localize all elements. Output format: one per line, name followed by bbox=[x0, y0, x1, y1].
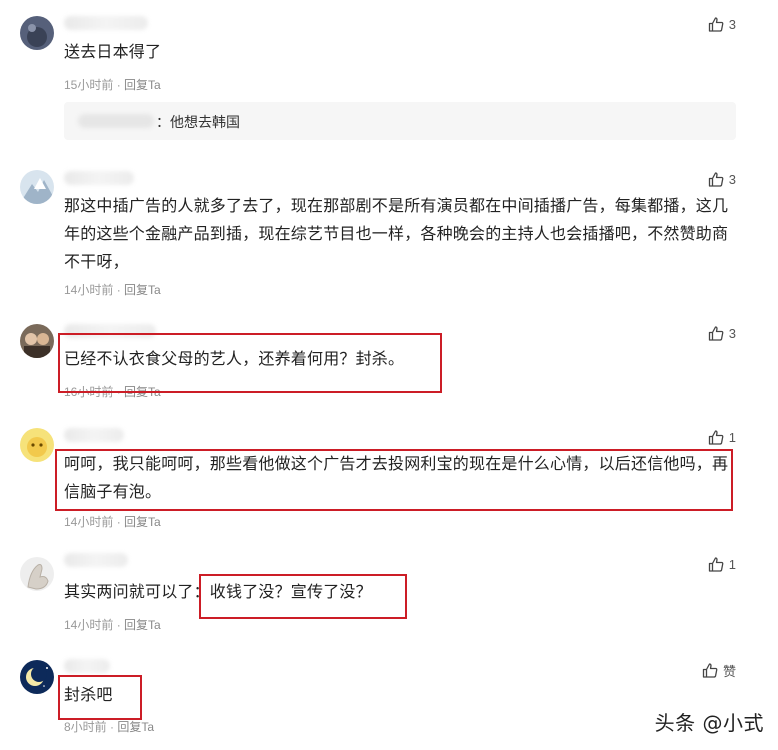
like-count: 1 bbox=[728, 430, 736, 445]
like-button[interactable]: 1 bbox=[708, 430, 736, 445]
thumbs-up-icon bbox=[708, 17, 724, 32]
comment-time: 8小时前 bbox=[64, 720, 107, 734]
comment-text: 那这中插广告的人就多了去了，现在那部剧不是所有演员都在中间插播广告，每集都播，这… bbox=[64, 198, 729, 271]
reply-link[interactable]: 回复Ta bbox=[124, 515, 161, 529]
thumbs-up-icon bbox=[702, 663, 718, 678]
watermark: 头条 @小式 bbox=[654, 711, 764, 735]
username-blurred[interactable] bbox=[64, 659, 110, 673]
sub-reply-username-blurred bbox=[78, 114, 154, 128]
reply-link[interactable]: 回复Ta bbox=[124, 385, 161, 399]
comment-time: 14小时前 bbox=[64, 283, 114, 297]
reply-link[interactable]: 回复Ta bbox=[117, 720, 154, 734]
comment-text: 其实两问就可以了：收钱了没？宣传了没？ bbox=[64, 584, 372, 601]
comment-meta: 14小时前 · 回复Ta bbox=[64, 515, 161, 529]
reply-link[interactable]: 回复Ta bbox=[124, 283, 161, 297]
username-blurred[interactable] bbox=[64, 16, 148, 30]
user-avatar[interactable] bbox=[20, 557, 54, 591]
sub-reply[interactable]: ：他想去韩国 bbox=[64, 102, 736, 140]
comment-meta: 14小时前 · 回复Ta bbox=[64, 283, 161, 297]
user-avatar[interactable] bbox=[20, 16, 54, 50]
comment-text: 送去日本得了 bbox=[64, 44, 162, 61]
like-label: 赞 bbox=[722, 664, 736, 679]
comment-text: 呵呵，我只能呵呵，那些看他做这个广告才去投网利宝的现在是什么心情，以后还信他吗，… bbox=[64, 456, 729, 501]
comment-meta: 15小时前 · 回复Ta bbox=[64, 78, 161, 92]
username-blurred[interactable] bbox=[64, 428, 124, 442]
sub-reply-text: ：他想去韩国 bbox=[156, 114, 240, 130]
comment-time: 16小时前 bbox=[64, 385, 114, 399]
like-button[interactable]: 3 bbox=[708, 326, 736, 341]
username-blurred[interactable] bbox=[64, 324, 156, 338]
like-button[interactable]: 3 bbox=[708, 17, 736, 32]
thumbs-up-icon bbox=[708, 326, 724, 341]
username-blurred[interactable] bbox=[64, 171, 134, 185]
like-count: 3 bbox=[728, 172, 736, 187]
comment-meta: 14小时前 · 回复Ta bbox=[64, 618, 161, 632]
like-button[interactable]: 3 bbox=[708, 172, 736, 187]
user-avatar[interactable] bbox=[20, 170, 54, 204]
comment-meta: 8小时前 · 回复Ta bbox=[64, 720, 155, 734]
comment-time: 14小时前 bbox=[64, 515, 114, 529]
like-count: 1 bbox=[728, 557, 736, 572]
comment-time: 14小时前 bbox=[64, 618, 114, 632]
user-avatar[interactable] bbox=[20, 428, 54, 462]
comment-time: 15小时前 bbox=[64, 78, 114, 92]
like-count: 3 bbox=[728, 17, 736, 32]
thumbs-up-icon bbox=[708, 557, 724, 572]
like-button[interactable]: 1 bbox=[708, 557, 736, 572]
user-avatar[interactable] bbox=[20, 324, 54, 358]
like-count: 3 bbox=[728, 326, 736, 341]
comment-text: 封杀吧 bbox=[64, 687, 113, 704]
reply-link[interactable]: 回复Ta bbox=[124, 78, 161, 92]
like-button[interactable]: 赞 bbox=[702, 661, 736, 680]
comment-text: 已经不认衣食父母的艺人，还养着何用？封杀。 bbox=[64, 351, 405, 368]
username-blurred[interactable] bbox=[64, 553, 128, 567]
thumbs-up-icon bbox=[708, 172, 724, 187]
comment-meta: 16小时前 · 回复Ta bbox=[64, 385, 161, 399]
reply-link[interactable]: 回复Ta bbox=[124, 618, 161, 632]
thumbs-up-icon bbox=[708, 430, 724, 445]
user-avatar[interactable] bbox=[20, 660, 54, 694]
